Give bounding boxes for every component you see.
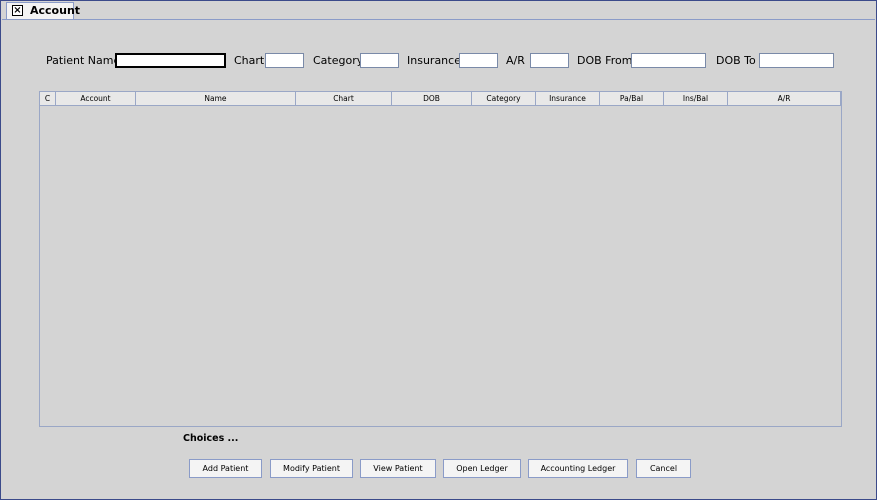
- category-input[interactable]: [360, 53, 399, 68]
- column-header-pa-bal[interactable]: Pa/Bal: [600, 92, 664, 106]
- account-window: × Account Patient Name Chart Category In…: [0, 0, 877, 500]
- chart-label: Chart: [234, 54, 265, 67]
- column-header-dob[interactable]: DOB: [392, 92, 472, 106]
- tab-strip: × Account: [2, 2, 875, 20]
- column-header-c[interactable]: C: [40, 92, 56, 106]
- close-icon[interactable]: ×: [12, 5, 23, 16]
- column-header-chart[interactable]: Chart: [296, 92, 392, 106]
- ar-input[interactable]: [530, 53, 569, 68]
- open-ledger-button[interactable]: Open Ledger: [443, 459, 521, 478]
- patient-table[interactable]: C Account Name Chart DOB Category Insura…: [39, 91, 842, 427]
- category-label: Category: [313, 54, 364, 67]
- add-patient-button[interactable]: Add Patient: [189, 459, 262, 478]
- accounting-ledger-button[interactable]: Accounting Ledger: [528, 459, 628, 478]
- column-header-category[interactable]: Category: [472, 92, 536, 106]
- dob-to-label: DOB To: [716, 54, 756, 67]
- column-header-insurance[interactable]: Insurance: [536, 92, 600, 106]
- patient-name-label: Patient Name: [46, 54, 121, 67]
- ar-label: A/R: [506, 54, 525, 67]
- dob-from-label: DOB From: [577, 54, 633, 67]
- column-header-name[interactable]: Name: [136, 92, 296, 106]
- choices-label: Choices ...: [183, 433, 239, 444]
- modify-patient-button[interactable]: Modify Patient: [270, 459, 353, 478]
- chart-input[interactable]: [265, 53, 304, 68]
- account-panel: Patient Name Chart Category Insurance A/…: [2, 20, 875, 498]
- dob-from-input[interactable]: [631, 53, 706, 68]
- column-header-ar[interactable]: A/R: [728, 92, 841, 106]
- column-header-ins-bal[interactable]: Ins/Bal: [664, 92, 728, 106]
- insurance-label: Insurance: [407, 54, 461, 67]
- insurance-input[interactable]: [459, 53, 498, 68]
- tab-account[interactable]: × Account: [6, 2, 80, 19]
- table-header: C Account Name Chart DOB Category Insura…: [40, 92, 841, 106]
- cancel-button[interactable]: Cancel: [636, 459, 691, 478]
- tab-label: Account: [30, 4, 81, 17]
- patient-name-input[interactable]: [115, 53, 226, 68]
- column-header-account[interactable]: Account: [56, 92, 136, 106]
- view-patient-button[interactable]: View Patient: [360, 459, 436, 478]
- dob-to-input[interactable]: [759, 53, 834, 68]
